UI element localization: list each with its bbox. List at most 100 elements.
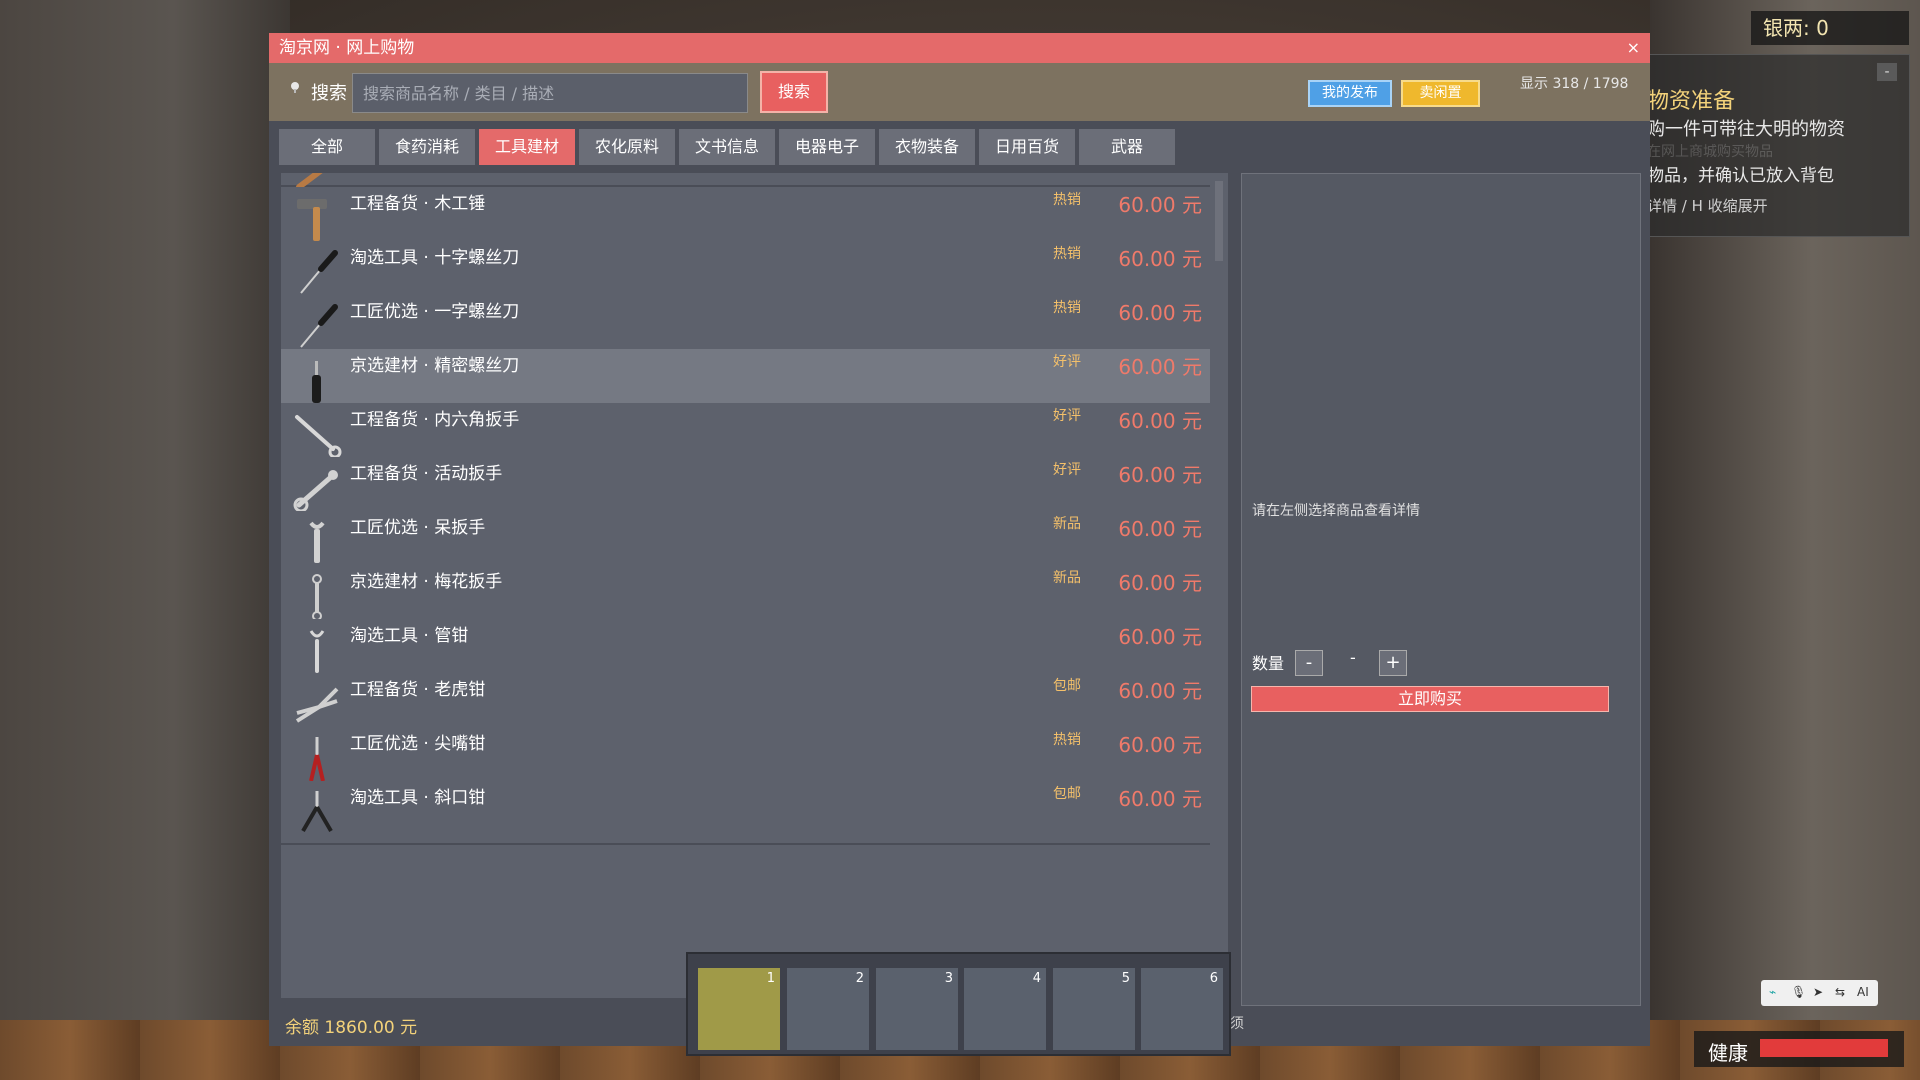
- product-list[interactable]: 工程备货 · 木工锤 热销 60.00 元 淘选工具 · 十字螺丝刀 热销 60…: [281, 173, 1228, 998]
- hotbar-slot[interactable]: 2: [787, 968, 869, 1050]
- open-wrench-icon: [309, 521, 325, 563]
- health-label: 健康: [1708, 1041, 1748, 1065]
- tab-weapons[interactable]: 武器: [1079, 129, 1175, 165]
- shop-window: 淘京网 · 网上购物 × 搜索 搜索 我的发布 卖闲置 显示 318 / 179…: [269, 33, 1650, 1046]
- quantity-decrease-button[interactable]: -: [1295, 650, 1323, 676]
- ai-icon[interactable]: AI: [1857, 985, 1869, 999]
- slot-number: 4: [1032, 971, 1041, 986]
- tab-electronics[interactable]: 电器电子: [779, 129, 875, 165]
- quest-title: 物资准备: [1647, 89, 1736, 114]
- quest-panel: - 物资准备 购一件可带往大明的物资 在网上商城购买物品 物品，并确认已放入背包…: [1628, 54, 1910, 237]
- product-price: 60.00 元: [1118, 355, 1202, 379]
- hex-key-icon: [295, 415, 342, 459]
- product-name: 工匠优选 · 呆扳手: [350, 518, 486, 538]
- hammer-icon: [297, 199, 327, 241]
- tab-all[interactable]: 全部: [279, 129, 375, 165]
- list-item-partial[interactable]: [281, 173, 1210, 190]
- product-badge: 热销: [1053, 732, 1081, 748]
- product-price: 60.00 元: [1118, 625, 1202, 649]
- cutting-pliers-icon: [301, 791, 333, 833]
- display-count: 显示 318 / 1798: [1520, 76, 1629, 92]
- product-badge: 包邮: [1053, 786, 1081, 802]
- tab-agri-chemical[interactable]: 农化原料: [579, 129, 675, 165]
- slot-number: 2: [855, 971, 864, 986]
- product-name: 工程备货 · 内六角扳手: [350, 410, 520, 430]
- product-badge: 好评: [1053, 354, 1081, 370]
- quest-ghost-text: 在网上商城购买物品: [1647, 144, 1773, 160]
- product-price: 60.00 元: [1118, 517, 1202, 541]
- search-input[interactable]: [352, 73, 748, 113]
- product-name: 工程备货 · 木工锤: [350, 194, 486, 214]
- search-button[interactable]: 搜索: [760, 71, 828, 113]
- product-price: 60.00 元: [1118, 409, 1202, 433]
- hotbar-slot[interactable]: 3: [876, 968, 958, 1050]
- window-title: 淘京网 · 网上购物: [279, 38, 415, 58]
- slot-number: 6: [1209, 971, 1218, 986]
- sell-idle-button[interactable]: 卖闲置: [1401, 80, 1480, 107]
- tab-food-medicine[interactable]: 食药消耗: [379, 129, 475, 165]
- health-bar: [1760, 1039, 1888, 1057]
- microphone-icon[interactable]: 🎙: [1791, 985, 1806, 999]
- product-badge: 新品: [1053, 516, 1081, 532]
- list-scrollbar[interactable]: [1215, 181, 1223, 261]
- product-price: 60.00 元: [1118, 247, 1202, 271]
- needle-nose-pliers-icon: [309, 737, 325, 782]
- product-name: 工程备货 · 活动扳手: [350, 464, 503, 484]
- product-name: 工匠优选 · 一字螺丝刀: [350, 302, 520, 322]
- search-bar: 搜索 搜索 我的发布 卖闲置 显示 318 / 1798: [269, 63, 1650, 121]
- product-name: 淘选工具 · 十字螺丝刀: [350, 248, 520, 268]
- close-icon[interactable]: ×: [1627, 33, 1640, 63]
- product-badge: 热销: [1053, 246, 1081, 262]
- tab-documents[interactable]: 文书信息: [679, 129, 775, 165]
- window-titlebar: 淘京网 · 网上购物 ×: [269, 33, 1650, 63]
- product-name: 淘选工具 · 管钳: [350, 626, 469, 646]
- product-badge: 新品: [1053, 570, 1081, 586]
- product-price: 60.00 元: [1118, 463, 1202, 487]
- screwdriver-icon: [300, 304, 338, 348]
- precision-screwdriver-icon: [312, 361, 321, 403]
- search-label: 搜索: [311, 83, 347, 104]
- hotbar-slot[interactable]: 4: [964, 968, 1046, 1050]
- hotbar-slot[interactable]: 1: [698, 968, 780, 1050]
- footer-partial-text: 须: [1230, 1016, 1244, 1032]
- hotbar: 1 2 3 4 5 6: [686, 952, 1231, 1056]
- list-item[interactable]: 淘选工具 · 斜口钳 包邮 60.00 元: [281, 781, 1210, 845]
- tab-daily-goods[interactable]: 日用百货: [979, 129, 1075, 165]
- tab-clothing-gear[interactable]: 衣物装备: [879, 129, 975, 165]
- product-name: 京选建材 · 梅花扳手: [350, 572, 503, 592]
- adjustable-wrench-icon: [293, 470, 338, 513]
- silver-counter: 银两: 0: [1751, 11, 1909, 45]
- quantity-increase-button[interactable]: +: [1379, 650, 1407, 676]
- product-name: 淘选工具 · 斜口钳: [350, 788, 486, 808]
- balance-text: 余额 1860.00 元: [285, 1018, 418, 1038]
- product-badge: 包邮: [1053, 678, 1081, 694]
- product-badge: 热销: [1053, 192, 1081, 208]
- quest-hint: 详情 / H 收缩展开: [1647, 197, 1768, 215]
- product-price: 60.00 元: [1118, 301, 1202, 325]
- pipe-wrench-icon: [309, 630, 325, 673]
- product-name: 工匠优选 · 尖嘴钳: [350, 734, 486, 754]
- product-price: 60.00 元: [1118, 193, 1202, 217]
- background-wall-left: [0, 0, 290, 1080]
- send-icon[interactable]: ➤: [1813, 985, 1823, 999]
- product-name: 工程备货 · 老虎钳: [350, 680, 486, 700]
- quest-collapse-button[interactable]: -: [1877, 63, 1897, 81]
- detail-hint: 请在左侧选择商品查看详情: [1252, 503, 1420, 519]
- buy-now-button[interactable]: 立即购买: [1251, 686, 1609, 712]
- hotbar-slot[interactable]: 6: [1141, 968, 1223, 1050]
- slot-number: 3: [944, 971, 953, 986]
- link-icon[interactable]: ⌁: [1769, 985, 1776, 999]
- product-badge: 热销: [1053, 300, 1081, 316]
- product-price: 60.00 元: [1118, 733, 1202, 757]
- product-badge: 好评: [1053, 408, 1081, 424]
- quantity-label: 数量: [1252, 654, 1285, 673]
- search-icon: [291, 82, 299, 93]
- my-posts-button[interactable]: 我的发布: [1308, 80, 1392, 107]
- hotbar-slot[interactable]: 5: [1053, 968, 1135, 1050]
- translate-icon[interactable]: ⇆: [1835, 985, 1845, 999]
- quantity-value: -: [1350, 648, 1356, 667]
- health-panel: 健康: [1694, 1031, 1904, 1067]
- tab-tools-materials[interactable]: 工具建材: [479, 129, 575, 165]
- quest-objective: 物品，并确认已放入背包: [1647, 166, 1834, 186]
- product-price: 60.00 元: [1118, 679, 1202, 703]
